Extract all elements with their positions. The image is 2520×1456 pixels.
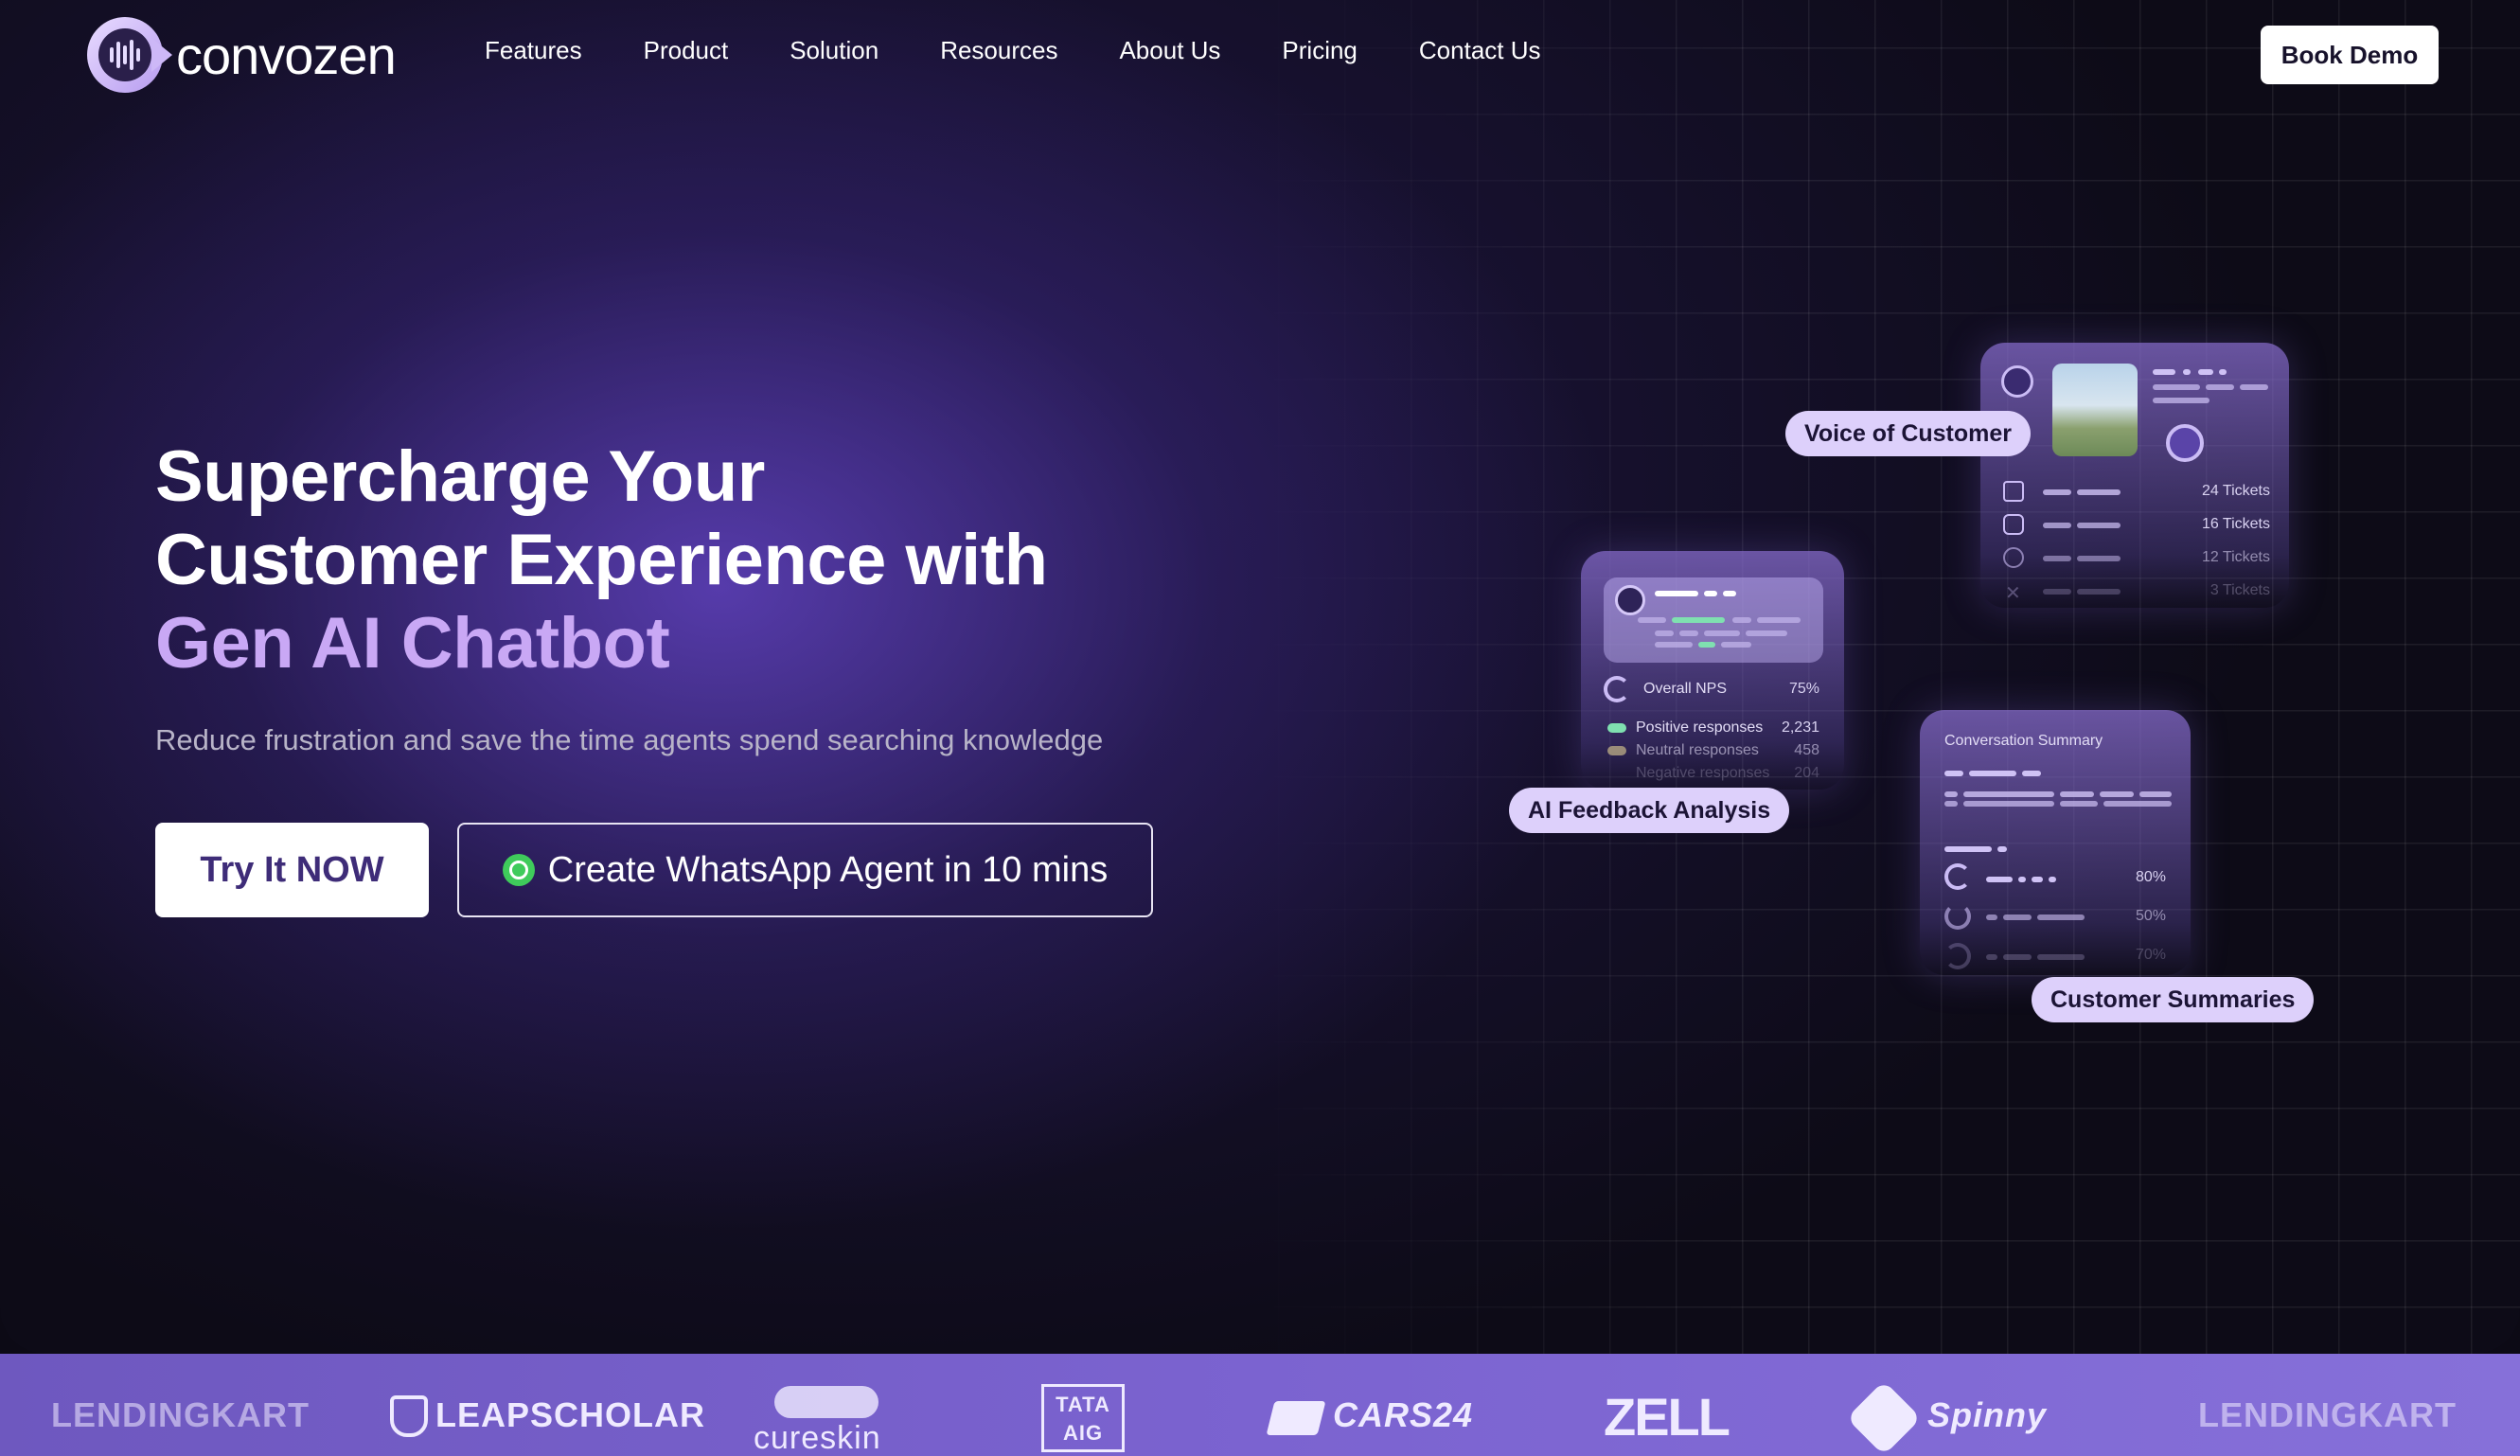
tickets-count: 16 Tickets [2201, 516, 2270, 532]
angry-face-icon [2166, 424, 2204, 462]
brand-lendingkart-2: LENDINGKART [2198, 1395, 2457, 1434]
hero-section: convozen Features Product Solution Resou… [0, 0, 2520, 1354]
brand-zell: ZELL [1604, 1387, 1730, 1447]
neutral-dot [1607, 746, 1626, 755]
brand-logos-strip [0, 1354, 2520, 1456]
voice-of-customer-label: Voice of Customer [1785, 411, 2032, 456]
nav-pricing[interactable]: Pricing [1282, 36, 1357, 65]
overall-nps-label: Overall NPS [1643, 681, 1728, 697]
progress-ring-icon [1944, 903, 1971, 930]
brand-leapscholar: LEAPSCHOLAR [435, 1395, 706, 1434]
nav-resources[interactable]: Resources [940, 36, 1057, 65]
cars24-icon [1266, 1401, 1326, 1435]
summary-percent: 70% [2135, 947, 2166, 963]
ai-feedback-card: Overall NPS 75% Positive responses 2,231… [1581, 551, 1844, 790]
instagram-icon [2003, 514, 2024, 535]
house-image [2052, 364, 2138, 456]
hero-title: Supercharge Your Customer Experience wit… [155, 435, 1048, 685]
neutral-responses-label: Neutral responses [1636, 742, 1759, 758]
create-whatsapp-agent-button[interactable]: Create WhatsApp Agent in 10 mins [457, 823, 1153, 917]
avatar-icon [2001, 365, 2033, 398]
progress-ring-icon [1944, 943, 1971, 969]
negative-responses-value: 204 [1794, 765, 1819, 781]
brand-spinny: Spinny [1927, 1395, 2048, 1434]
brand-cars24: CARS24 [1333, 1395, 1474, 1434]
avatar-icon [1615, 585, 1645, 615]
summary-percent: 50% [2135, 908, 2166, 924]
positive-responses-label: Positive responses [1636, 719, 1764, 736]
tickets-count: 24 Tickets [2201, 483, 2270, 499]
brand-lendingkart: LENDINGKART [51, 1395, 310, 1434]
tickets-count: 12 Tickets [2201, 549, 2270, 565]
nav-contact-us[interactable]: Contact Us [1419, 36, 1541, 65]
linkedin-icon [2003, 481, 2024, 502]
brand-tata-aig: TATA AIG [1041, 1384, 1125, 1452]
hero-title-accent: Gen AI Chatbot [155, 603, 670, 684]
x-icon: ✕ [2005, 583, 2021, 604]
logo-icon [87, 17, 172, 93]
progress-ring-icon [1944, 863, 1971, 890]
nav-solution[interactable]: Solution [790, 36, 878, 65]
logo[interactable]: convozen [87, 17, 397, 93]
ai-feedback-analysis-label: AI Feedback Analysis [1509, 788, 1790, 833]
facebook-icon [2003, 547, 2024, 568]
nav-features[interactable]: Features [485, 36, 582, 65]
whatsapp-icon [502, 854, 535, 886]
logo-text: convozen [176, 25, 397, 85]
main-nav: Features Product Solution Resources Abou… [485, 36, 1603, 65]
voice-of-customer-card: 24 Tickets 16 Tickets 12 Tickets ✕ 3 Tic… [1980, 343, 2289, 608]
customer-summaries-label: Customer Summaries [2032, 977, 2315, 1022]
conversation-summary-card: Conversation Summary 80% 50% 70% [1920, 710, 2191, 975]
brand-cureskin: cureskin [754, 1420, 881, 1456]
page: convozen Features Product Solution Resou… [0, 0, 2520, 1456]
conversation-summary-title: Conversation Summary [1944, 733, 2103, 749]
try-it-now-button[interactable]: Try It NOW [155, 823, 429, 917]
overall-nps-value: 75% [1788, 681, 1819, 697]
nav-about-us[interactable]: About Us [1119, 36, 1220, 65]
tickets-count: 3 Tickets [2209, 582, 2270, 598]
book-demo-button[interactable]: Book Demo [2261, 26, 2439, 84]
leapscholar-icon [390, 1395, 428, 1437]
hero-subtitle: Reduce frustration and save the time age… [155, 723, 1104, 756]
summary-percent: 80% [2135, 869, 2166, 885]
positive-dot [1607, 723, 1626, 733]
positive-responses-value: 2,231 [1781, 719, 1819, 736]
neutral-responses-value: 458 [1794, 742, 1819, 758]
negative-responses-label: Negative responses [1636, 765, 1770, 781]
nav-product[interactable]: Product [644, 36, 729, 65]
nps-gauge-icon [1604, 676, 1630, 702]
create-whatsapp-agent-label: Create WhatsApp Agent in 10 mins [547, 849, 1109, 890]
grid-background [1231, 0, 2520, 1354]
hero-title-line2: Customer Experience with [155, 520, 1048, 600]
cureskin-icon [774, 1386, 878, 1418]
hero-title-line1: Supercharge Your [155, 436, 765, 517]
